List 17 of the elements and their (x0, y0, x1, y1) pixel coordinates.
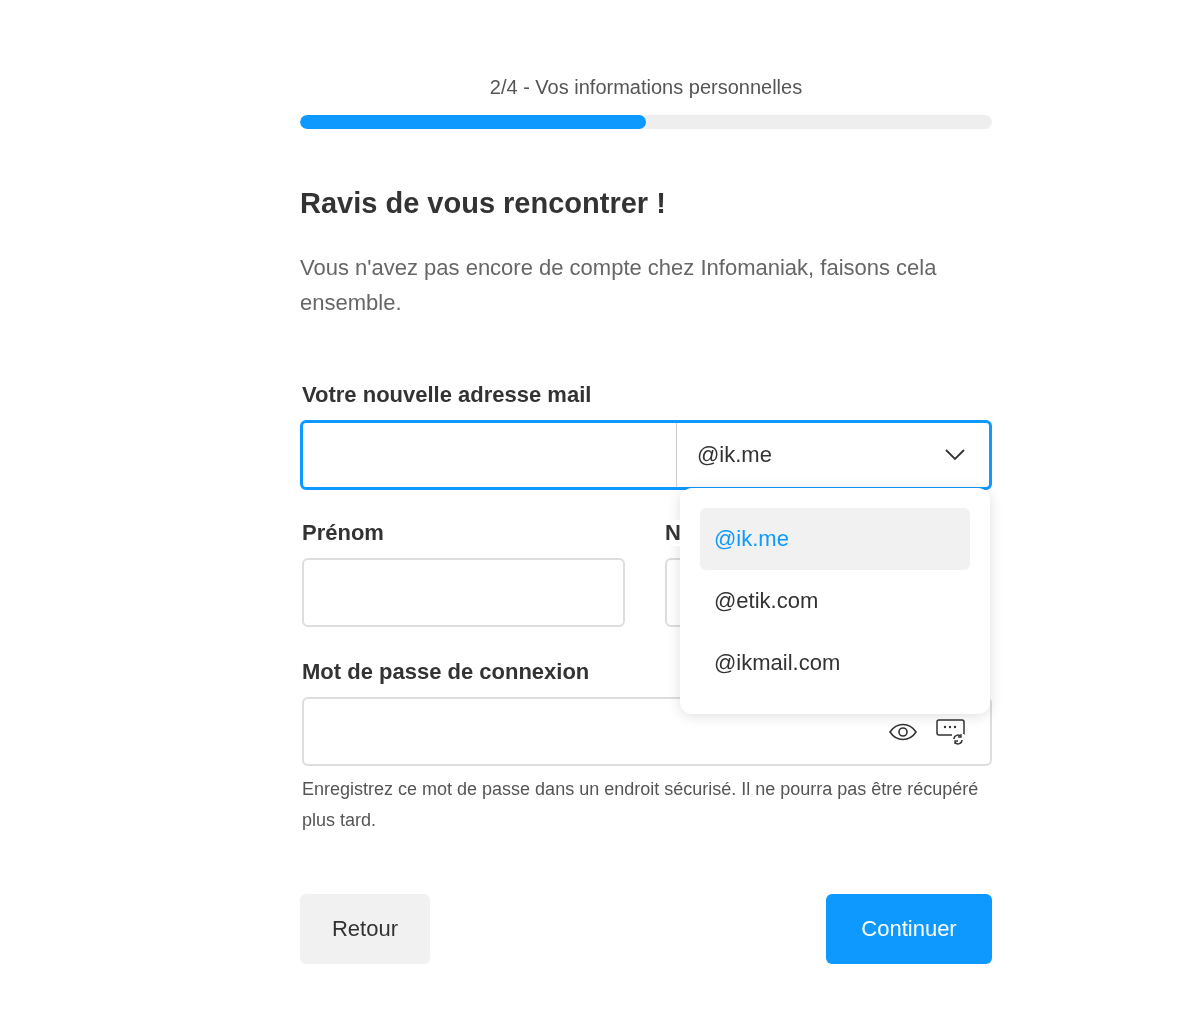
page-title: Ravis de vous rencontrer ! (300, 187, 667, 220)
field-label: Votre nouvelle adresse mail (302, 382, 592, 408)
first-name-input[interactable] (302, 558, 625, 627)
intro-text: Vous n'avez pas encore de compte chez Infomaniak, faisons cela ensemble. (300, 254, 938, 317)
field-label: N (665, 520, 681, 546)
chevron-icon (945, 449, 965, 461)
help-text: Enregistrez ce mot de passe dans un endroit sécurisé. Il ne pourra pas être récupéré plus tard. (302, 778, 980, 832)
domain-select[interactable]: @ik.me (677, 423, 989, 487)
back-button[interactable]: Retour (300, 894, 430, 964)
eye-icon[interactable] (888, 722, 918, 741)
field-label: Prénom (302, 520, 384, 546)
domain-option[interactable]: @etik.com (700, 570, 970, 632)
generate-password-icon[interactable] (936, 718, 966, 745)
password-field[interactable] (302, 697, 992, 766)
field-label: Mot de passe de connexion (302, 659, 590, 685)
domain-option[interactable]: @ikmail.com (700, 632, 970, 694)
step-label: 2/4 - Vos informations personnelles (488, 76, 804, 99)
